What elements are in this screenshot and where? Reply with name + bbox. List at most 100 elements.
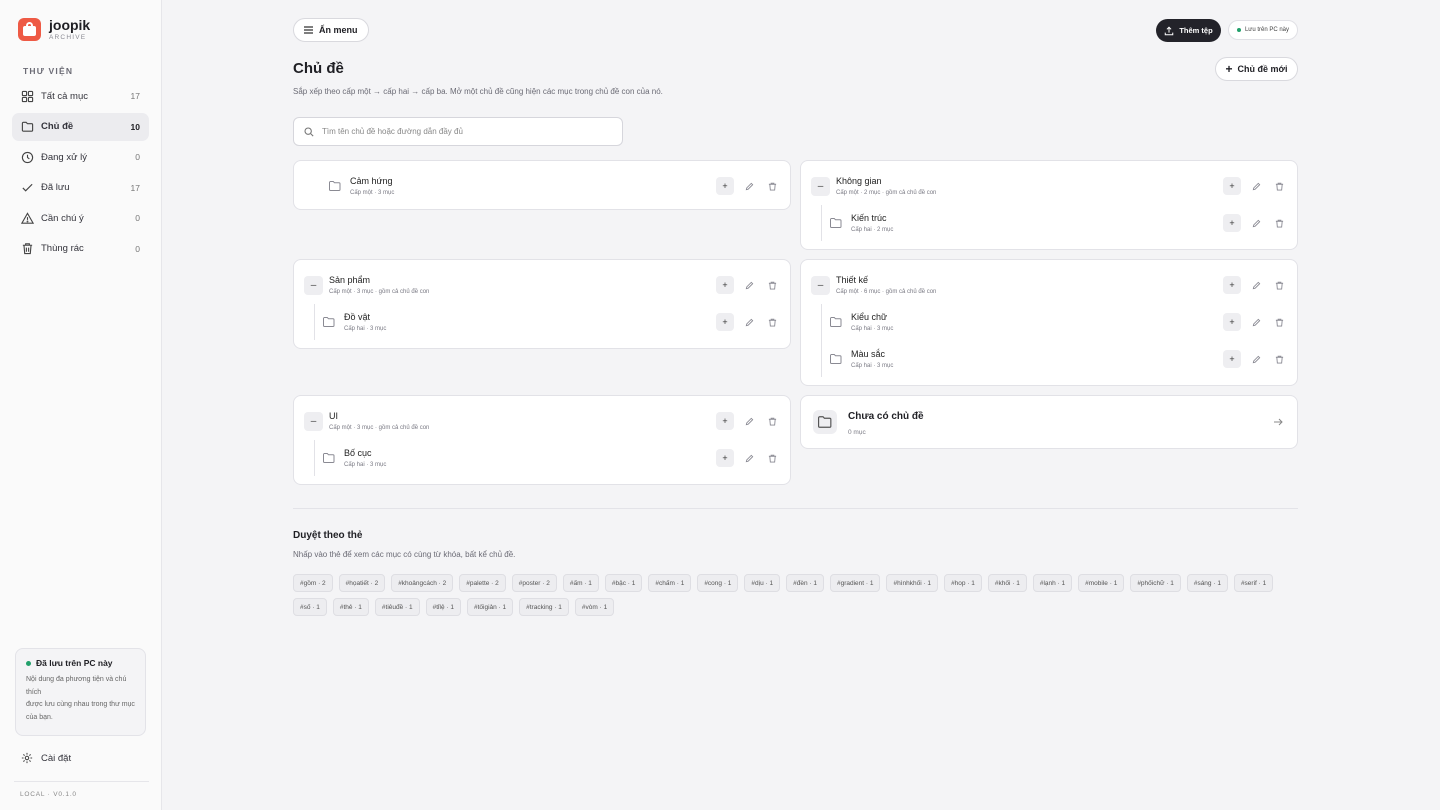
settings-label: Cài đặt xyxy=(41,752,72,764)
edit-button[interactable] xyxy=(741,178,757,194)
tag-chip[interactable]: #gradient · 1 xyxy=(829,574,881,592)
brand[interactable]: joopik ARCHIVE xyxy=(18,18,90,41)
topic-name: Bố cục xyxy=(344,448,372,458)
delete-button[interactable] xyxy=(764,314,780,330)
tag-chip[interactable]: #phốichữ · 1 xyxy=(1130,574,1181,592)
tag-chip[interactable]: #mobile · 1 xyxy=(1078,574,1125,592)
sidebar-item-label: Đang xử lý xyxy=(41,151,87,163)
new-topic-button[interactable]: + Chủ đề mới xyxy=(1215,57,1298,81)
topic-meta: Cấp một · 3 mục · gồm cả chủ đề con xyxy=(329,289,430,295)
tag-chip[interactable]: #khối · 1 xyxy=(987,574,1027,592)
add-subtopic-button[interactable]: + xyxy=(1223,350,1241,368)
collapse-button[interactable]: – xyxy=(811,275,830,295)
sidebar-item-count: 17 xyxy=(130,182,140,193)
add-subtopic-button[interactable]: + xyxy=(716,412,734,430)
delete-button[interactable] xyxy=(764,277,780,293)
subtopic-row[interactable]: Màu sắc Cấp hai · 3 mục + xyxy=(830,346,1287,372)
topic-row[interactable]: – UI Cấp một · 3 mục · gồm cả chủ đề con … xyxy=(304,408,780,434)
tag-chip[interactable]: #hìnhkhối · 1 xyxy=(886,574,939,592)
tag-chip[interactable]: #hop · 1 xyxy=(944,574,982,592)
tag-chip[interactable]: #serif · 1 xyxy=(1233,574,1274,592)
topic-row[interactable]: – Sản phẩm Cấp một · 3 mục · gồm cả chủ đ… xyxy=(304,272,780,298)
subtopic-row[interactable]: Kiến trúc Cấp hai · 2 mục + xyxy=(830,210,1287,236)
sidebar-item-saved[interactable]: Đã lưu 17 xyxy=(12,174,149,202)
folder-icon xyxy=(830,317,842,327)
collapse-button[interactable]: – xyxy=(811,176,830,196)
sidebar-item-topics[interactable]: Chủ đề 10 xyxy=(12,112,149,141)
warning-icon xyxy=(21,211,34,224)
trash-icon xyxy=(1275,219,1283,228)
topic-row[interactable]: – Thiết kế Cấp một · 6 mục · gồm cả chủ đ… xyxy=(811,272,1287,298)
sidebar-item-trash[interactable]: Thùng rác 0 xyxy=(12,235,149,263)
add-subtopic-button[interactable]: + xyxy=(716,449,734,467)
tag-chip[interactable]: #thẻ · 1 xyxy=(332,598,369,616)
topic-name: Sản phẩm xyxy=(329,275,371,285)
sidebar-item-attention[interactable]: Cần chú ý 0 xyxy=(12,204,149,232)
delete-button[interactable] xyxy=(1271,178,1287,194)
tag-chip[interactable]: #vòm · 1 xyxy=(574,598,615,616)
tag-chip[interactable]: #cong · 1 xyxy=(697,574,739,592)
add-subtopic-button[interactable]: + xyxy=(1223,214,1241,232)
edit-button[interactable] xyxy=(741,314,757,330)
tag-chip[interactable]: #sáng · 1 xyxy=(1186,574,1228,592)
edit-button[interactable] xyxy=(741,450,757,466)
add-subtopic-button[interactable]: + xyxy=(1223,313,1241,331)
collapse-button[interactable]: – xyxy=(304,275,323,295)
delete-button[interactable] xyxy=(1271,351,1287,367)
tag-chip[interactable]: #bậc · 1 xyxy=(604,574,643,592)
unassigned-card[interactable]: Chưa có chủ đề 0 mục xyxy=(800,395,1298,449)
topic-name: Chưa có chủ đề xyxy=(848,411,924,422)
delete-button[interactable] xyxy=(764,178,780,194)
delete-button[interactable] xyxy=(764,450,780,466)
tag-chip[interactable]: #số · 1 xyxy=(293,598,327,616)
topic-row[interactable]: Cảm hứng Cấp một · 3 mục + xyxy=(304,173,780,199)
tag-chip[interactable]: #họatiết · 2 xyxy=(338,574,386,592)
tag-chip[interactable]: #ấm · 1 xyxy=(562,574,599,592)
tag-chip[interactable]: #tiêuđề · 1 xyxy=(374,598,420,616)
tag-chip[interactable]: #palette · 2 xyxy=(459,574,506,592)
hide-menu-button[interactable]: Ẩn menu xyxy=(293,18,369,42)
note-title: Đã lưu trên PC này xyxy=(36,658,113,668)
add-subtopic-button[interactable]: + xyxy=(716,276,734,294)
delete-button[interactable] xyxy=(1271,215,1287,231)
search-field[interactable] xyxy=(293,117,623,146)
tag-chip[interactable]: #gồm · 2 xyxy=(293,574,333,592)
tag-chip[interactable]: #tỉlệ · 1 xyxy=(425,598,461,616)
edit-button[interactable] xyxy=(1248,178,1264,194)
tag-chip[interactable]: #poster · 2 xyxy=(511,574,557,592)
settings-button[interactable]: Cài đặt xyxy=(21,752,71,764)
tag-chip[interactable]: #tốigiản · 1 xyxy=(466,598,514,616)
tags-title: Duyệt theo thẻ xyxy=(293,530,363,541)
add-file-button[interactable]: Thêm tệp xyxy=(1156,19,1221,42)
subtopic-row[interactable]: Kiểu chữ Cấp hai · 3 mục + xyxy=(830,309,1287,335)
edit-button[interactable] xyxy=(1248,314,1264,330)
subtopic-row[interactable]: Đồ vật Cấp hai · 3 mục + xyxy=(323,309,780,335)
tag-chip[interactable]: #lạnh · 1 xyxy=(1032,574,1073,592)
delete-button[interactable] xyxy=(764,413,780,429)
search-input[interactable] xyxy=(322,127,602,136)
add-subtopic-button[interactable]: + xyxy=(716,177,734,195)
edit-button[interactable] xyxy=(1248,351,1264,367)
sidebar-item-processing[interactable]: Đang xử lý 0 xyxy=(12,143,149,171)
subtopic-row[interactable]: Bố cục Cấp hai · 3 mục + xyxy=(323,445,780,471)
tag-chip[interactable]: #tracking · 1 xyxy=(519,598,569,616)
delete-button[interactable] xyxy=(1271,277,1287,293)
add-subtopic-button[interactable]: + xyxy=(1223,276,1241,294)
trash-icon xyxy=(22,243,33,255)
sidebar-item-all[interactable]: Tất cả mục 17 xyxy=(12,82,149,110)
edit-button[interactable] xyxy=(1248,277,1264,293)
tag-chip[interactable]: #dịu · 1 xyxy=(744,574,781,592)
folder-icon xyxy=(813,410,837,434)
delete-button[interactable] xyxy=(1271,314,1287,330)
edit-button[interactable] xyxy=(1248,215,1264,231)
tags-description: Nhấp vào thẻ để xem các mục có cùng từ k… xyxy=(293,550,516,559)
edit-button[interactable] xyxy=(741,277,757,293)
tag-chip[interactable]: #đèn · 1 xyxy=(786,574,824,592)
tag-chip[interactable]: #khoảngcách · 2 xyxy=(391,574,454,592)
add-subtopic-button[interactable]: + xyxy=(716,313,734,331)
topic-row[interactable]: – Không gian Cấp một · 2 mục · gồm cả chủ… xyxy=(811,173,1287,199)
edit-button[interactable] xyxy=(741,413,757,429)
collapse-button[interactable]: – xyxy=(304,411,323,431)
tag-chip[interactable]: #chấm · 1 xyxy=(648,574,692,592)
add-subtopic-button[interactable]: + xyxy=(1223,177,1241,195)
